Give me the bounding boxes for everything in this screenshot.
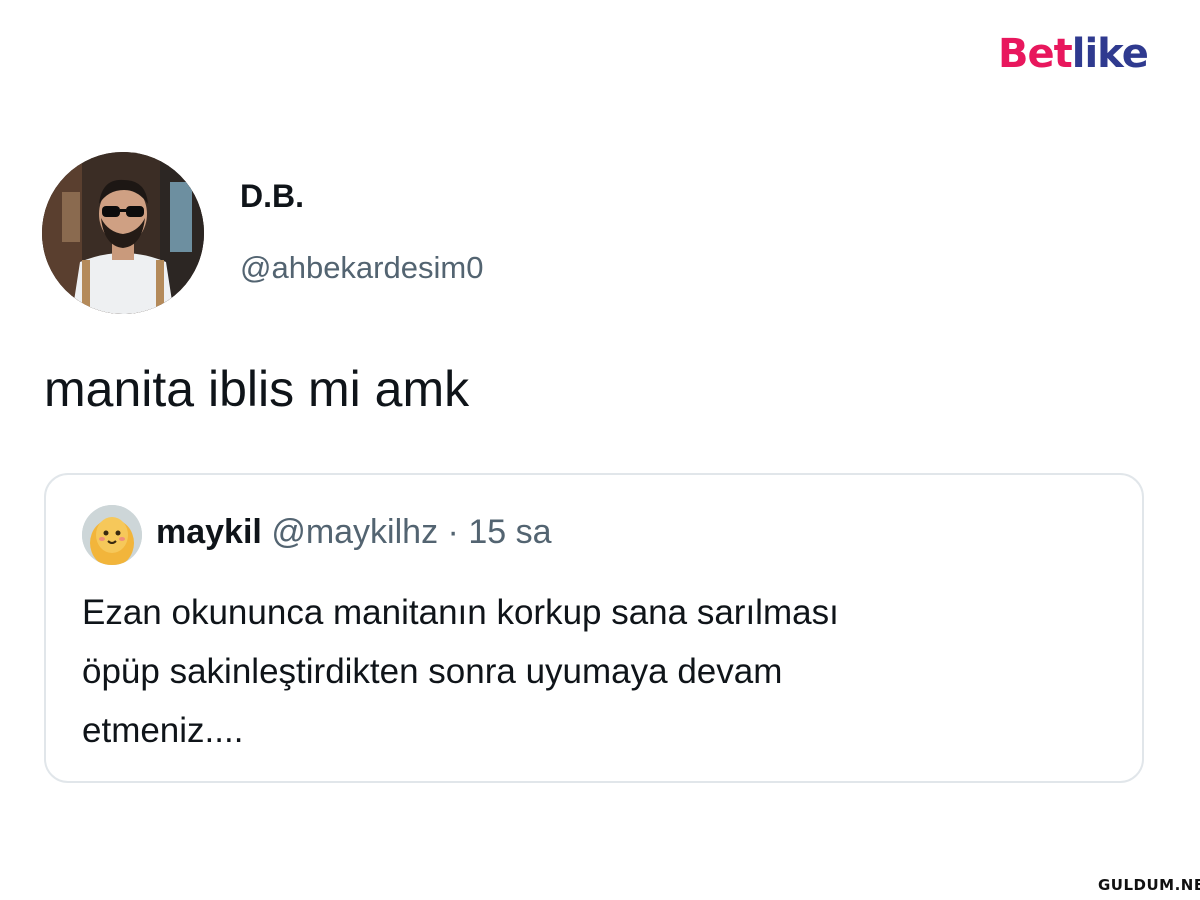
quoted-author-handle[interactable]: @maykilhz	[271, 513, 438, 551]
brand-logo: Betlike	[998, 30, 1149, 78]
quoted-tweet-body: Ezan okununca manitanın korkup sana sarı…	[82, 583, 1122, 760]
author-avatar[interactable]	[42, 152, 204, 314]
quoted-body-line: öpüp sakinleştirdikten sonra uyumaya dev…	[82, 652, 783, 691]
quoted-author-name[interactable]: maykil	[156, 513, 262, 551]
quoted-tweet-header: maykil @maykilhz · 15 sa	[156, 513, 552, 552]
quoted-body-line: Ezan okununca manitanın korkup sana sarı…	[82, 593, 839, 632]
quoted-body-line: etmeniz....	[82, 711, 244, 750]
tweet-text: manita iblis mi amk	[44, 361, 470, 417]
brand-logo-part-2: like	[1071, 31, 1149, 77]
profile-photo-icon	[42, 152, 204, 314]
quoted-tweet-card[interactable]: maykil @maykilhz · 15 sa Ezan okununca m…	[44, 473, 1144, 783]
quoted-timestamp[interactable]: 15 sa	[468, 513, 551, 551]
cartoon-chick-avatar-icon	[82, 505, 142, 565]
brand-logo-part-1: Bet	[998, 31, 1073, 77]
separator-dot: ·	[447, 513, 459, 551]
author-handle[interactable]: @ahbekardesim0	[240, 250, 483, 286]
author-display-name[interactable]: D.B.	[240, 178, 304, 215]
quoted-author-avatar[interactable]	[82, 505, 142, 565]
site-watermark: GULDUM.NET	[1098, 876, 1200, 894]
